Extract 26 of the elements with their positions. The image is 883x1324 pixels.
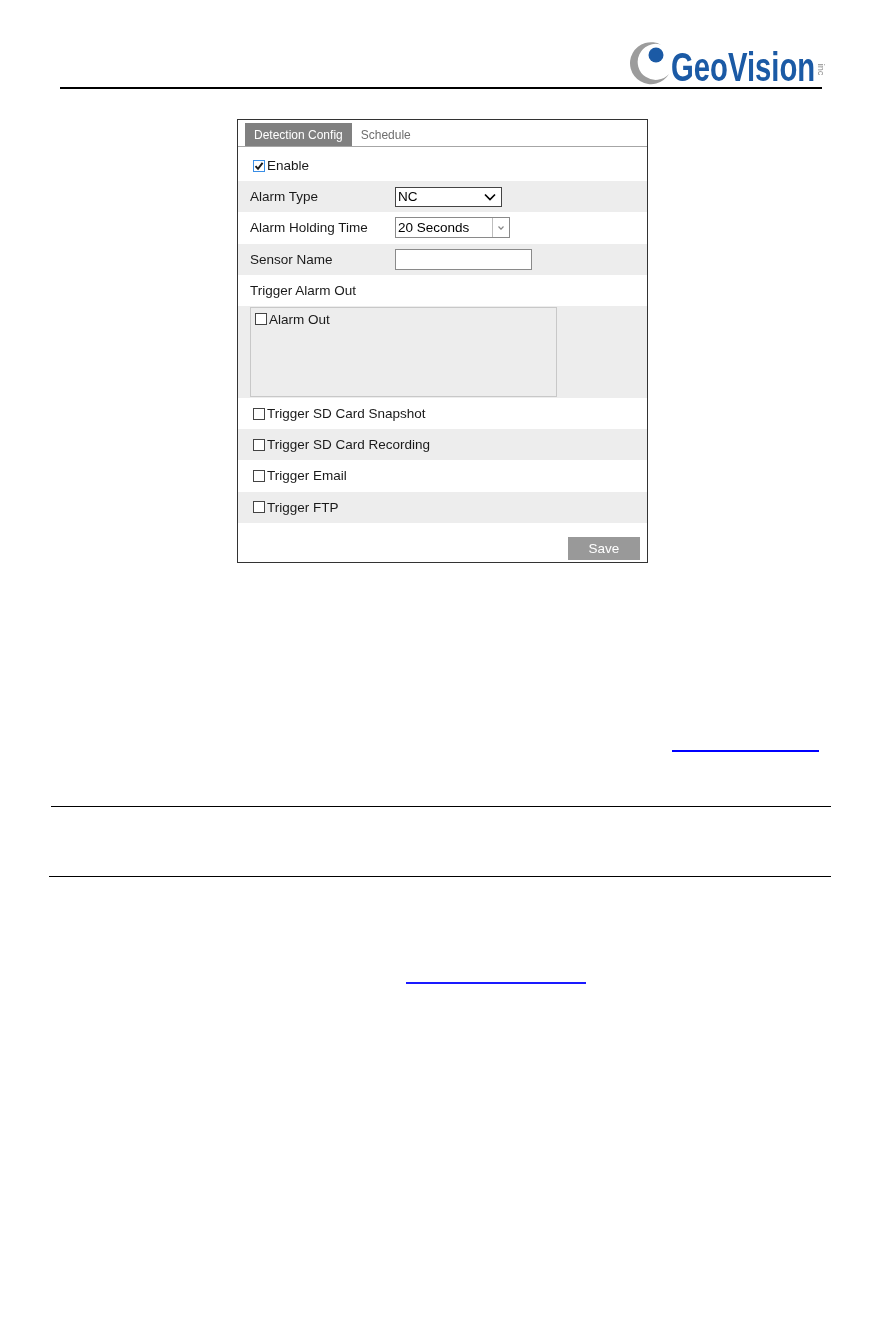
field-label: Sensor Name bbox=[250, 251, 334, 267]
save-button[interactable]: Save bbox=[568, 536, 640, 560]
checkbox-label: Alarm Out bbox=[269, 311, 330, 327]
logo-suffix: inc bbox=[816, 63, 826, 76]
checkbox-label: Trigger FTP bbox=[267, 499, 339, 515]
checkbox[interactable] bbox=[255, 313, 267, 326]
checkbox[interactable] bbox=[253, 407, 265, 420]
section-label: Trigger Alarm Out bbox=[250, 282, 357, 298]
checkbox[interactable] bbox=[253, 469, 265, 482]
checkbox-label: Trigger Email bbox=[267, 468, 347, 484]
tab[interactable]: Detection Config bbox=[245, 123, 352, 146]
checkbox[interactable] bbox=[253, 501, 265, 514]
checkbox[interactable] bbox=[253, 159, 265, 172]
field-label: Alarm Holding Time bbox=[250, 220, 369, 236]
checkbox-label: Trigger SD Card Recording bbox=[267, 437, 431, 453]
checkbox-label: Trigger SD Card Snapshot bbox=[267, 406, 426, 422]
checkbox[interactable] bbox=[253, 438, 265, 451]
field-label: Alarm Type bbox=[250, 189, 320, 205]
dropdown-select[interactable]: NC bbox=[395, 186, 502, 207]
chevron-down-icon bbox=[484, 192, 496, 201]
text-input-field[interactable] bbox=[395, 248, 532, 270]
logo-wordmark: GeoVision bbox=[671, 47, 816, 88]
dropdown-field[interactable]: 20 Seconds bbox=[395, 217, 510, 239]
tab[interactable]: Schedule bbox=[351, 123, 420, 146]
chevron-down-icon bbox=[498, 225, 504, 230]
checkbox-label: Enable bbox=[267, 158, 310, 174]
